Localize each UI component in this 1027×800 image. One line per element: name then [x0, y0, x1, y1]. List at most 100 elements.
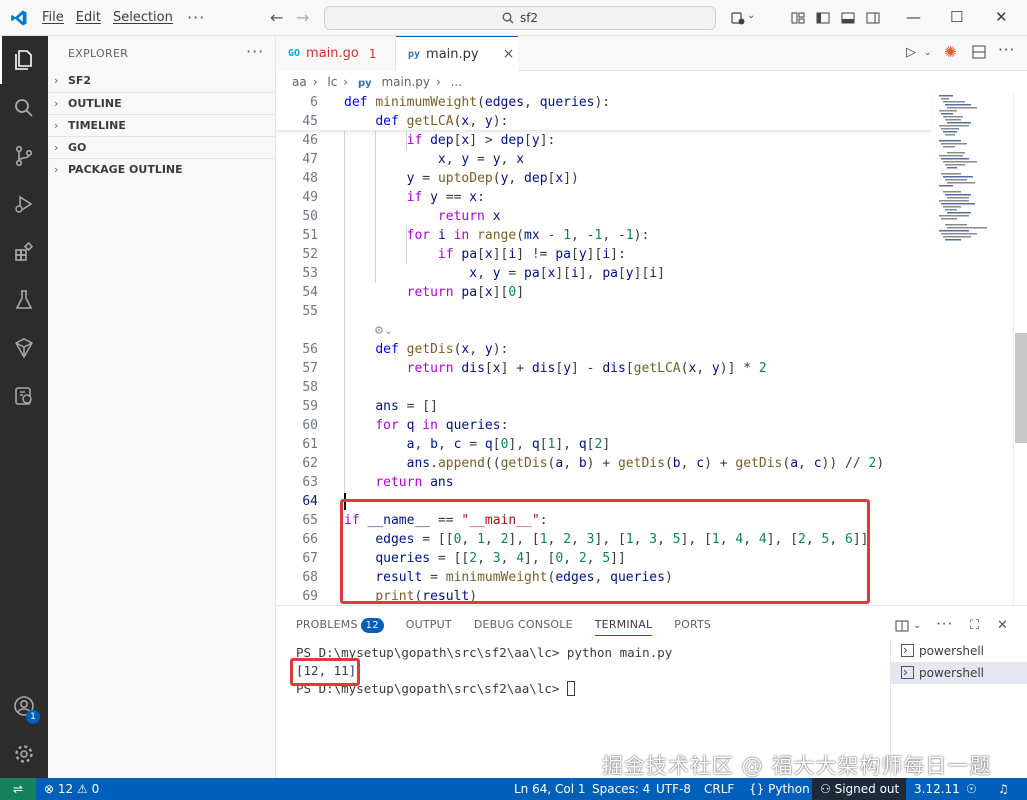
- code-line[interactable]: 57 return dis[x] + dis[y] - dis[getLCA(x…: [276, 359, 931, 378]
- language-mode[interactable]: {} Python: [749, 778, 810, 800]
- cursor-position[interactable]: Ln 64, Col 1: [514, 778, 586, 800]
- code-line[interactable]: 45 def getLCA(x, y):: [276, 112, 931, 131]
- code-line[interactable]: 56 def getDis(x, y):: [276, 340, 931, 359]
- minimap-line: [939, 200, 969, 202]
- minimap-line: [941, 218, 957, 220]
- line-number: 61: [302, 437, 318, 452]
- scrollbar-thumb[interactable]: [1015, 333, 1027, 443]
- command-center-search[interactable]: sf2: [324, 6, 716, 30]
- sidebar-more-button[interactable]: ···: [246, 42, 264, 61]
- settings-gear-icon[interactable]: [0, 730, 48, 778]
- remote-indicator-icon[interactable]: ⇌: [0, 778, 36, 800]
- tab-main-py[interactable]: py main.py ×: [396, 36, 518, 71]
- code-line[interactable]: 54 return pa[x][0]: [276, 283, 931, 302]
- tab-terminal[interactable]: TERMINAL: [594, 618, 653, 636]
- copilot-status-icon[interactable]: ☉: [966, 778, 977, 800]
- breadcrumb-aa[interactable]: aa: [292, 75, 307, 89]
- close-window-button[interactable]: ✕: [995, 8, 1008, 26]
- copilot-icon[interactable]: [730, 10, 746, 26]
- terminal-item-selected[interactable]: powershell: [891, 662, 1027, 684]
- spark-icon[interactable]: ✺: [944, 43, 957, 61]
- split-terminal-icon[interactable]: [895, 620, 909, 632]
- maximize-button[interactable]: ☐: [950, 8, 963, 26]
- chevron-down-icon[interactable]: ⌄: [747, 10, 755, 21]
- customize-layout-icon[interactable]: [790, 10, 806, 26]
- section-sf2[interactable]: › SF2: [48, 70, 276, 92]
- code-line[interactable]: 55: [276, 302, 931, 321]
- problems-status[interactable]: ⊗ 12 ⚠ 0: [44, 778, 99, 800]
- section-go[interactable]: › GO: [48, 136, 276, 158]
- close-panel-icon[interactable]: ✕: [997, 618, 1008, 633]
- line-ending[interactable]: CRLF: [704, 778, 734, 800]
- minimap-line: [941, 158, 969, 160]
- search-activity-icon[interactable]: [0, 84, 48, 132]
- minimap-line: [947, 197, 969, 199]
- code-line[interactable]: 63 return ans: [276, 473, 931, 492]
- explorer-icon[interactable]: [0, 36, 48, 84]
- terminal-dropdown-icon[interactable]: ⌄: [913, 620, 921, 631]
- minimap[interactable]: [931, 93, 1013, 605]
- breadcrumb-separator-icon: ›: [435, 75, 441, 89]
- chevron-right-icon: ›: [54, 141, 59, 154]
- split-editor-icon[interactable]: [972, 45, 986, 59]
- code-line[interactable]: 59 ans = []: [276, 397, 931, 416]
- toggle-secondary-sidebar-icon[interactable]: [865, 10, 881, 26]
- editor-scrollbar[interactable]: [1013, 93, 1027, 605]
- breadcrumb-file[interactable]: main.py: [381, 75, 430, 89]
- terminal-item[interactable]: powershell: [891, 640, 1027, 662]
- minimap-line: [939, 215, 969, 217]
- sticky-scroll-header[interactable]: 6 def minimumWeight(edges, queries): 45 de…: [276, 93, 931, 131]
- forward-arrow-icon[interactable]: →: [296, 8, 309, 27]
- run-debug-icon[interactable]: [0, 180, 48, 228]
- docker-icon[interactable]: [0, 372, 48, 420]
- breadcrumb-lc[interactable]: lc: [327, 75, 337, 89]
- menu-more-button[interactable]: ···: [187, 8, 205, 27]
- menu-selection[interactable]: Selection: [113, 10, 173, 25]
- maximize-panel-icon[interactable]: ⛶: [970, 618, 979, 633]
- encoding[interactable]: UTF-8: [656, 778, 691, 800]
- code-editor[interactable]: 6 def minimumWeight(edges, queries): 45 de…: [276, 93, 1027, 605]
- minimap-line: [947, 107, 977, 109]
- code-text: y = uptoDep(y, dep[x]): [406, 171, 579, 186]
- code-line[interactable]: 6 def minimumWeight(edges, queries):: [276, 93, 931, 112]
- run-dropdown-icon[interactable]: ⌄: [924, 48, 932, 58]
- code-line[interactable]: 61 a, b, c = q[0], q[1], q[2]: [276, 435, 931, 454]
- codelens-icon[interactable]: ⚙⌄: [374, 324, 393, 337]
- python-interpreter[interactable]: 3.12.11: [914, 778, 960, 800]
- code-line[interactable]: 60 for q in queries:: [276, 416, 931, 435]
- account-status[interactable]: ⚇ Signed out: [812, 778, 906, 800]
- tab-ports[interactable]: PORTS: [674, 618, 711, 636]
- tab-problems[interactable]: PROBLEMS 12: [296, 618, 384, 636]
- tab-output[interactable]: OUTPUT: [406, 618, 452, 636]
- breadcrumb-more[interactable]: ...: [451, 75, 462, 89]
- toggle-panel-icon[interactable]: [840, 10, 856, 26]
- toggle-sidebar-icon[interactable]: [815, 10, 831, 26]
- close-tab-icon[interactable]: ×: [503, 46, 515, 62]
- section-package-outline[interactable]: › PACKAGE OUTLINE: [48, 158, 276, 180]
- notifications-bell-icon[interactable]: ♫: [998, 778, 1009, 800]
- status-bar: ⇌ ⊗ 12 ⚠ 0 Ln 64, Col 1 Spaces: 4 UTF-8 …: [0, 778, 1027, 800]
- chevron-right-icon: ›: [54, 163, 59, 176]
- run-python-icon[interactable]: ▷: [906, 45, 916, 60]
- section-outline[interactable]: › OUTLINE: [48, 92, 276, 114]
- editor-more-icon[interactable]: ···: [998, 41, 1015, 59]
- tab-debug-console[interactable]: DEBUG CONSOLE: [474, 618, 573, 636]
- accounts-icon[interactable]: 1: [0, 682, 48, 730]
- back-arrow-icon[interactable]: ←: [270, 8, 283, 27]
- tab-main-go[interactable]: GO main.go 1: [276, 36, 396, 71]
- code-line[interactable]: 62 ans.append((getDis(a, b) + getDis(b, …: [276, 454, 931, 473]
- section-timeline[interactable]: › TIMELINE: [48, 114, 276, 136]
- source-control-icon[interactable]: [0, 132, 48, 180]
- minimap-line: [941, 173, 961, 175]
- indentation[interactable]: Spaces: 4: [592, 778, 650, 800]
- minimize-button[interactable]: —: [906, 8, 921, 26]
- minimap-line: [941, 203, 975, 205]
- menu-edit[interactable]: Edit: [76, 10, 101, 25]
- testing-flask-icon[interactable]: [0, 276, 48, 324]
- remote-explorer-icon[interactable]: [0, 324, 48, 372]
- extensions-icon[interactable]: [0, 228, 48, 276]
- code-line[interactable]: 58: [276, 378, 931, 397]
- code-text: def getLCA(x, y):: [375, 114, 509, 129]
- menu-file[interactable]: File: [42, 10, 64, 25]
- panel-more-icon[interactable]: ···: [936, 615, 953, 633]
